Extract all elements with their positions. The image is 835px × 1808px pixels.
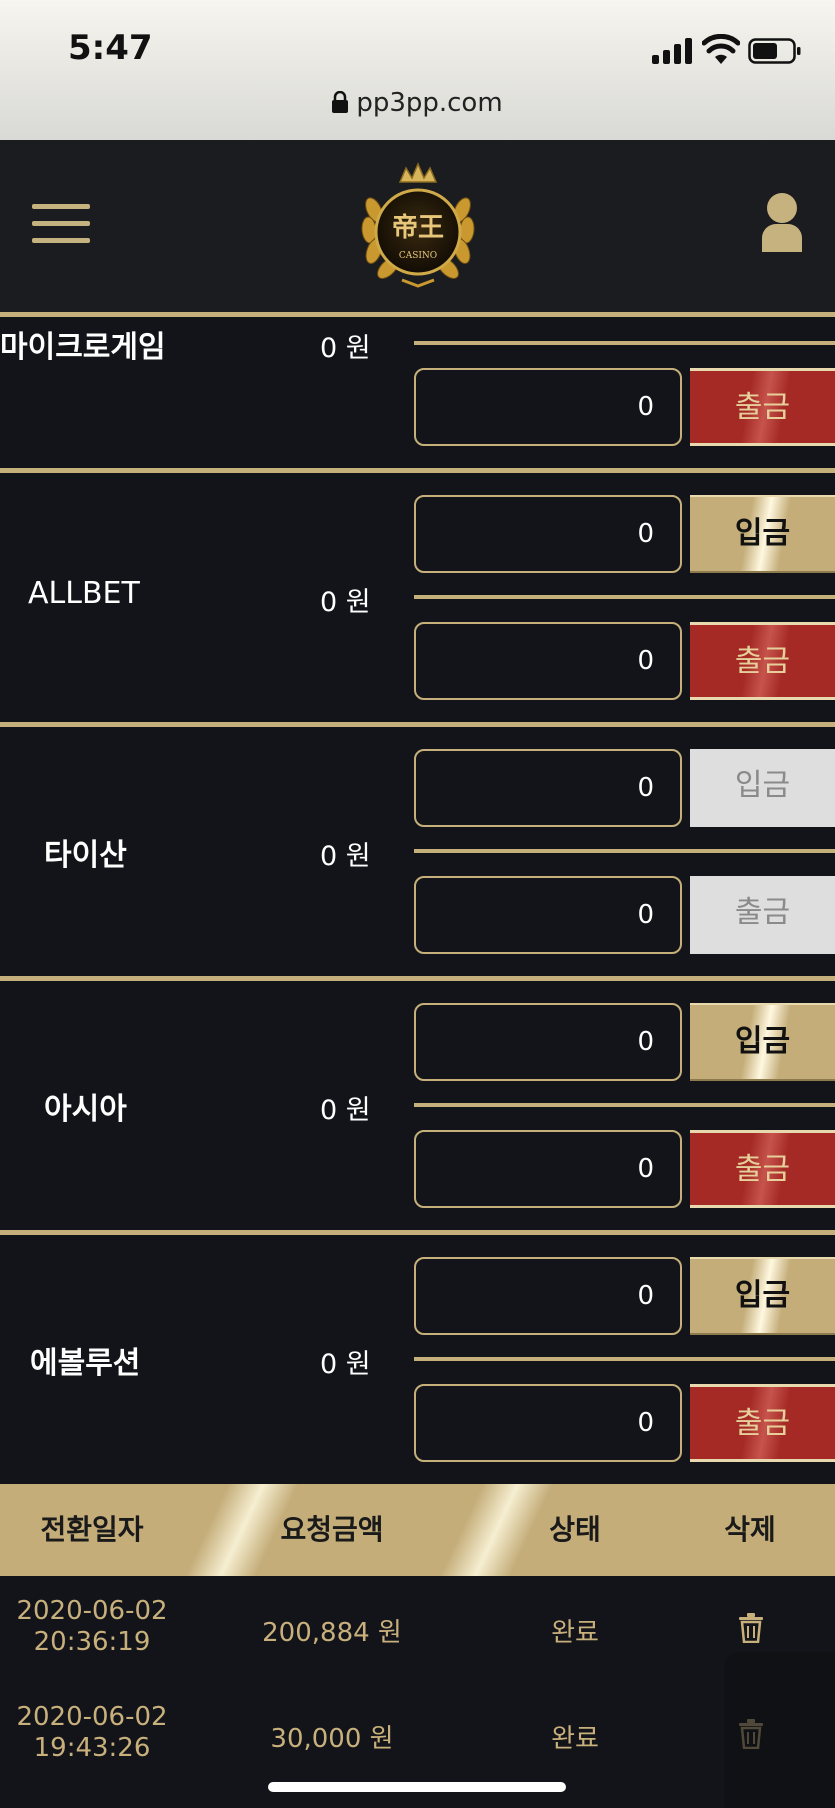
history-table-header: 전환일자 요청금액 상태 삭제: [0, 1484, 835, 1576]
row-divider: [414, 849, 835, 853]
withdraw-amount-input[interactable]: 0: [414, 368, 682, 446]
header-status: 상태: [549, 1513, 601, 1546]
row-date-time: 19:43:26: [33, 1733, 151, 1763]
withdraw-amount-input[interactable]: 0: [414, 622, 682, 700]
home-indicator[interactable]: [268, 1782, 566, 1792]
user-icon[interactable]: [760, 192, 804, 254]
address-bar[interactable]: pp3pp.com: [0, 88, 835, 118]
game-name: 아시아: [44, 1092, 127, 1127]
row-date: 2020-06-02 20:36:19: [0, 1596, 184, 1658]
game-balance: 0 원: [320, 841, 371, 872]
row-date-day: 2020-06-02: [16, 1596, 168, 1626]
withdraw-button-disabled[interactable]: 출금: [690, 876, 835, 954]
row-status: 완료: [551, 1724, 599, 1754]
game-name: ALLBET: [28, 576, 140, 611]
header-divider: [0, 312, 835, 317]
withdraw-amount-input[interactable]: 0: [414, 1130, 682, 1208]
row-amount: 30,000 원: [270, 1724, 394, 1754]
row-divider: [414, 341, 835, 345]
withdraw-button[interactable]: 출금: [690, 1384, 835, 1462]
deposit-amount-input[interactable]: 0: [414, 1257, 682, 1335]
site-header: 帝王 CASINO: [0, 140, 835, 312]
game-name: 마이크로게임: [0, 330, 166, 365]
deposit-button[interactable]: 입금: [690, 1257, 835, 1335]
deposit-amount-input[interactable]: 0: [414, 495, 682, 573]
header-amount: 요청금액: [280, 1513, 384, 1546]
deposit-amount-input[interactable]: 0: [414, 749, 682, 827]
row-date: 2020-06-02 19:43:26: [0, 1702, 184, 1764]
header-date: 전환일자: [40, 1513, 144, 1546]
row-date-time: 20:36:19: [33, 1627, 151, 1657]
row-divider: [414, 1103, 835, 1107]
withdraw-button[interactable]: 출금: [690, 1130, 835, 1208]
game-balance: 0 원: [320, 333, 371, 364]
row-status: 완료: [551, 1618, 599, 1648]
battery-icon: [748, 38, 801, 64]
signal-icon: [652, 38, 694, 64]
trash-icon[interactable]: [738, 1613, 764, 1643]
game-balance: 0 원: [320, 1349, 371, 1380]
deposit-button[interactable]: 입금: [690, 495, 835, 573]
hamburger-menu-icon[interactable]: [32, 204, 90, 244]
game-name: 타이산: [44, 838, 127, 873]
casino-crown-logo[interactable]: 帝王 CASINO: [352, 158, 484, 292]
withdraw-button[interactable]: 출금: [690, 622, 835, 700]
deposit-button-disabled[interactable]: 입금: [690, 749, 835, 827]
deposit-amount-input[interactable]: 0: [414, 1003, 682, 1081]
withdraw-button[interactable]: 출금: [690, 368, 835, 446]
game-name: 에볼루션: [30, 1346, 141, 1381]
game-balance: 0 원: [320, 587, 371, 618]
trash-icon[interactable]: [738, 1719, 764, 1749]
row-date-day: 2020-06-02: [16, 1702, 168, 1732]
header-delete: 삭제: [724, 1513, 776, 1546]
status-time: 5:47: [68, 28, 153, 68]
url-text: pp3pp.com: [356, 88, 503, 118]
section-divider: [0, 976, 835, 981]
deposit-button[interactable]: 입금: [690, 1003, 835, 1081]
svg-text:CASINO: CASINO: [399, 251, 437, 261]
section-divider: [0, 468, 835, 473]
row-amount: 200,884 원: [262, 1618, 402, 1648]
section-divider: [0, 1230, 835, 1235]
withdraw-amount-input[interactable]: 0: [414, 1384, 682, 1462]
svg-text:帝王: 帝王: [392, 212, 444, 243]
lock-icon: [332, 91, 349, 113]
status-bar: 5:47 pp3pp.com: [0, 0, 835, 140]
withdraw-amount-input[interactable]: 0: [414, 876, 682, 954]
row-divider: [414, 595, 835, 599]
wifi-icon: [702, 34, 740, 64]
row-divider: [414, 1357, 835, 1361]
section-divider: [0, 722, 835, 727]
game-balance: 0 원: [320, 1095, 371, 1126]
